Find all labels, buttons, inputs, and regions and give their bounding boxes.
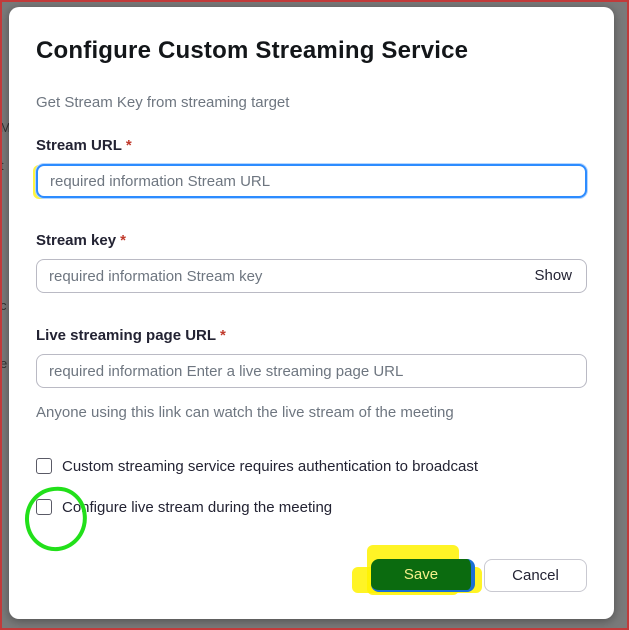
stream-key-field[interactable]: Show: [36, 259, 587, 293]
background-fragment: ': [0, 14, 3, 29]
stream-key-label-text: Stream key: [36, 232, 117, 249]
required-mark: *: [125, 137, 132, 154]
show-key-button[interactable]: Show: [534, 267, 572, 284]
required-mark: *: [120, 232, 126, 249]
live-page-url-label-text: Live streaming page URL: [36, 327, 217, 344]
green-circle-annotation: [20, 482, 92, 556]
stream-key-input[interactable]: [37, 260, 586, 292]
background-fragment: t: [0, 158, 4, 173]
custom-streaming-dialog: Configure Custom Streaming Service Get S…: [9, 7, 614, 619]
live-page-url-field[interactable]: [36, 354, 587, 388]
live-page-url-helper: Anyone using this link can watch the liv…: [36, 404, 454, 421]
cancel-button[interactable]: Cancel: [484, 559, 587, 592]
configure-during-meeting-row[interactable]: Configure live stream during the meeting: [36, 497, 332, 517]
auth-checkbox[interactable]: [36, 458, 52, 474]
configure-during-meeting-checkbox[interactable]: [36, 499, 52, 515]
required-mark: *: [220, 327, 226, 344]
background-fragment: e: [0, 356, 8, 371]
live-page-url-label: Live streaming page URL *: [36, 327, 226, 344]
auth-checkbox-row[interactable]: Custom streaming service requires authen…: [36, 456, 478, 476]
dialog-title: Configure Custom Streaming Service: [36, 37, 469, 64]
auth-checkbox-label: Custom streaming service requires authen…: [62, 457, 479, 475]
background-fragment: c: [0, 298, 7, 313]
stream-key-label: Stream key *: [36, 232, 126, 249]
live-page-url-input[interactable]: [37, 355, 586, 387]
stream-url-label-text: Stream URL: [36, 137, 122, 154]
configure-during-meeting-label: Configure live stream during the meeting: [62, 498, 333, 516]
stream-url-input[interactable]: [38, 166, 585, 196]
stream-url-label: Stream URL *: [36, 137, 132, 154]
save-button[interactable]: Save: [371, 559, 475, 592]
stream-url-field[interactable]: [36, 164, 587, 198]
dialog-subtitle: Get Stream Key from streaming target: [36, 94, 290, 111]
